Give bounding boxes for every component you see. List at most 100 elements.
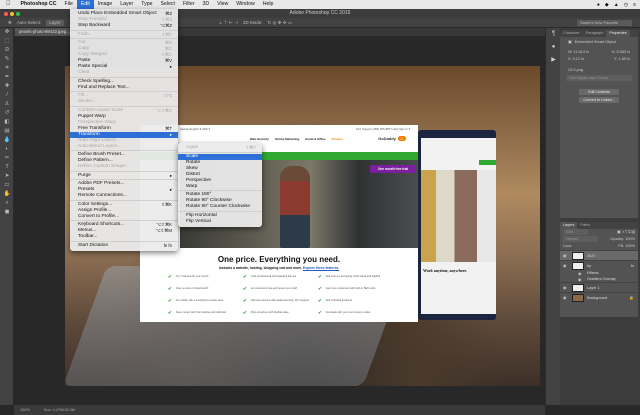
layer-comp-dropdown[interactable]: Don't Apply Layer Comp bbox=[566, 75, 632, 81]
visibility-eye-icon[interactable]: ◉ bbox=[563, 263, 569, 268]
layer-thumbnail bbox=[572, 293, 584, 302]
layer-row[interactable]: ◉ hp fx bbox=[560, 260, 638, 270]
workspace-dropdown[interactable]: Sarah's New Favorite bbox=[577, 20, 632, 26]
explore-features-link: Explore these features. bbox=[302, 266, 340, 270]
tab-properties[interactable]: Properties bbox=[606, 30, 630, 37]
visibility-eye-icon[interactable]: ◉ bbox=[578, 277, 584, 282]
visibility-eye-icon[interactable]: ◉ bbox=[578, 271, 584, 276]
menu-item-flip-vertical[interactable]: Flip Vertical bbox=[178, 219, 262, 225]
menu-file[interactable]: File bbox=[61, 0, 77, 9]
menu-item-step-backward[interactable]: Step Backward ⌥⌘Z bbox=[70, 23, 178, 29]
menu-view[interactable]: View bbox=[213, 0, 232, 9]
fill-field[interactable]: Fill: 100% bbox=[618, 243, 635, 250]
history-brush-tool-icon[interactable]: ↺ bbox=[0, 109, 14, 118]
tab-character[interactable]: Character bbox=[560, 30, 583, 37]
brush-tool-icon[interactable]: / bbox=[0, 91, 14, 100]
drive-icon[interactable]: ▲ bbox=[614, 2, 619, 8]
menu-layer[interactable]: Layer bbox=[116, 0, 137, 9]
menu-item-remote-connections[interactable]: Remote Connections... bbox=[70, 193, 178, 199]
tab-paragraph[interactable]: Paragraph bbox=[583, 30, 607, 37]
zoom-tool-icon[interactable]: ⌕ bbox=[0, 199, 14, 208]
menu-item-warp[interactable]: Warp bbox=[178, 184, 262, 190]
height-field[interactable]: H: 6.583 in bbox=[612, 49, 630, 56]
play-actions-icon[interactable]: ▶ bbox=[546, 54, 561, 67]
menu-shortcut: ⌥⌘Z bbox=[160, 23, 172, 28]
minimize-window-button[interactable] bbox=[10, 11, 14, 16]
feature-item: ✔ Save money with free hosting and unlimi… bbox=[168, 310, 243, 318]
edit-contents-button[interactable]: Edit Contents bbox=[579, 89, 619, 95]
menu-shortcut: ⇧⌘T bbox=[245, 145, 256, 150]
dropbox-icon[interactable]: ◆ bbox=[605, 2, 609, 8]
menu-image[interactable]: Image bbox=[94, 0, 116, 9]
visibility-eye-icon[interactable]: ◉ bbox=[563, 253, 569, 258]
layer-row[interactable]: ◉ Background 🔒 bbox=[560, 292, 638, 302]
menu-list-icon[interactable]: ≡ bbox=[633, 2, 636, 8]
align-icons[interactable]: ⊥ ⊤ ⊢ ⊣ bbox=[219, 20, 238, 26]
pen-tool-icon[interactable]: ✑ bbox=[0, 154, 14, 163]
auto-select-checkbox[interactable]: Auto-Select: bbox=[17, 20, 42, 25]
eyedropper-tool-icon[interactable]: ✒ bbox=[0, 73, 14, 82]
layer-row[interactable]: ◉ Layer 1 bbox=[560, 282, 638, 292]
opacity-field[interactable]: Opacity: 100% bbox=[610, 236, 635, 243]
menu-help[interactable]: Help bbox=[259, 0, 278, 9]
move-tool-icon[interactable]: ✥ bbox=[0, 28, 14, 37]
fx-icon[interactable]: fx bbox=[631, 264, 634, 268]
lasso-tool-icon[interactable]: ᘐ bbox=[0, 46, 14, 55]
path-select-tool-icon[interactable]: ➤ bbox=[0, 172, 14, 181]
quick-select-tool-icon[interactable]: ✎ bbox=[0, 55, 14, 64]
menu-type[interactable]: Type bbox=[137, 0, 156, 9]
eraser-tool-icon[interactable]: ◧ bbox=[0, 118, 14, 127]
filter-icons[interactable]: ▣ ◑ T ⌗ ▤ bbox=[617, 229, 635, 236]
blur-tool-icon[interactable]: 💧 bbox=[0, 136, 14, 145]
kind-filter-dropdown[interactable]: Kind bbox=[563, 229, 588, 235]
menu-item-purge[interactable]: Purge ▸ bbox=[70, 173, 178, 179]
menu-edit[interactable]: Edit bbox=[76, 0, 94, 9]
menu-item-toolbar[interactable]: Toolbar... bbox=[70, 234, 178, 240]
marquee-tool-icon[interactable]: ⬚ bbox=[0, 37, 14, 46]
layer-row[interactable]: ◉ OLS bbox=[560, 250, 638, 260]
lock-label: Lock: bbox=[563, 244, 573, 248]
menu-filter[interactable]: Filter bbox=[179, 0, 199, 9]
feature-list: ✔ Try it risk-free for one month ✔ Look pro… bbox=[168, 274, 418, 318]
hand-tool-icon[interactable]: ✋ bbox=[0, 190, 14, 199]
width-field[interactable]: W: 11.514 in bbox=[568, 49, 589, 56]
y-field[interactable]: Y: 1.69 in bbox=[614, 56, 630, 63]
blend-mode-dropdown[interactable]: Normal bbox=[563, 236, 598, 242]
apple-icon[interactable]:  bbox=[0, 0, 17, 9]
menu-item-rotate-90-counter-clockwise[interactable]: Rotate 90° Counter Clockwise bbox=[178, 204, 262, 210]
check-icon: ✔ bbox=[318, 298, 322, 303]
type-tool-icon[interactable]: T bbox=[0, 163, 14, 172]
tray-app-icon[interactable]: ● bbox=[597, 2, 600, 8]
paragraph-icon[interactable]: ¶ bbox=[546, 28, 561, 41]
healing-brush-tool-icon[interactable]: ✚ bbox=[0, 82, 14, 91]
visibility-eye-icon[interactable]: ◉ bbox=[563, 285, 569, 290]
menu-window[interactable]: Window bbox=[232, 0, 258, 9]
menu-item-label: Warp bbox=[186, 183, 198, 189]
menu-item-convert-to-profile[interactable]: Convert to Profile... bbox=[70, 214, 178, 220]
close-window-button[interactable] bbox=[4, 11, 8, 16]
zoom-window-button[interactable] bbox=[16, 11, 20, 16]
auto-select-target-dropdown[interactable]: Layer bbox=[46, 19, 64, 26]
brush-presets-icon[interactable]: ● bbox=[546, 41, 561, 54]
zoom-level[interactable]: 100% bbox=[20, 405, 30, 415]
convert-to-linked-button[interactable]: Convert to Linked... bbox=[579, 97, 619, 103]
move-tool-icon[interactable]: ✥ bbox=[8, 20, 12, 26]
tab-paths[interactable]: Paths bbox=[577, 222, 593, 229]
clone-stamp-tool-icon[interactable]: ♙ bbox=[0, 100, 14, 109]
menu-item-find-and-replace-text[interactable]: Find and Replace Text... bbox=[70, 85, 178, 91]
crop-tool-icon[interactable]: ⌗ bbox=[0, 64, 14, 73]
menu-item-clear: Clear bbox=[70, 70, 178, 76]
x-field[interactable]: X: 3.12 in bbox=[568, 56, 584, 63]
shape-tool-icon[interactable]: ▭ bbox=[0, 181, 14, 190]
menu-select[interactable]: Select bbox=[157, 0, 179, 9]
menu-item-start-dictation[interactable]: Start Dictation fn fn bbox=[70, 243, 178, 249]
clock-icon[interactable]: ◷ bbox=[624, 2, 628, 8]
visibility-eye-icon[interactable]: ◉ bbox=[563, 295, 569, 300]
dodge-tool-icon[interactable]: ◐ bbox=[0, 145, 14, 154]
gradient-tool-icon[interactable]: ▤ bbox=[0, 127, 14, 136]
menu-3d[interactable]: 3D bbox=[198, 0, 213, 9]
3d-tools-icons[interactable]: ↻ ◎ ✥ ✣ ▭ bbox=[268, 20, 293, 26]
color-swatches[interactable]: ◼ bbox=[0, 208, 14, 217]
tab-layers[interactable]: Layers bbox=[560, 222, 578, 229]
menu-app-name[interactable]: Photoshop CC bbox=[17, 0, 61, 9]
